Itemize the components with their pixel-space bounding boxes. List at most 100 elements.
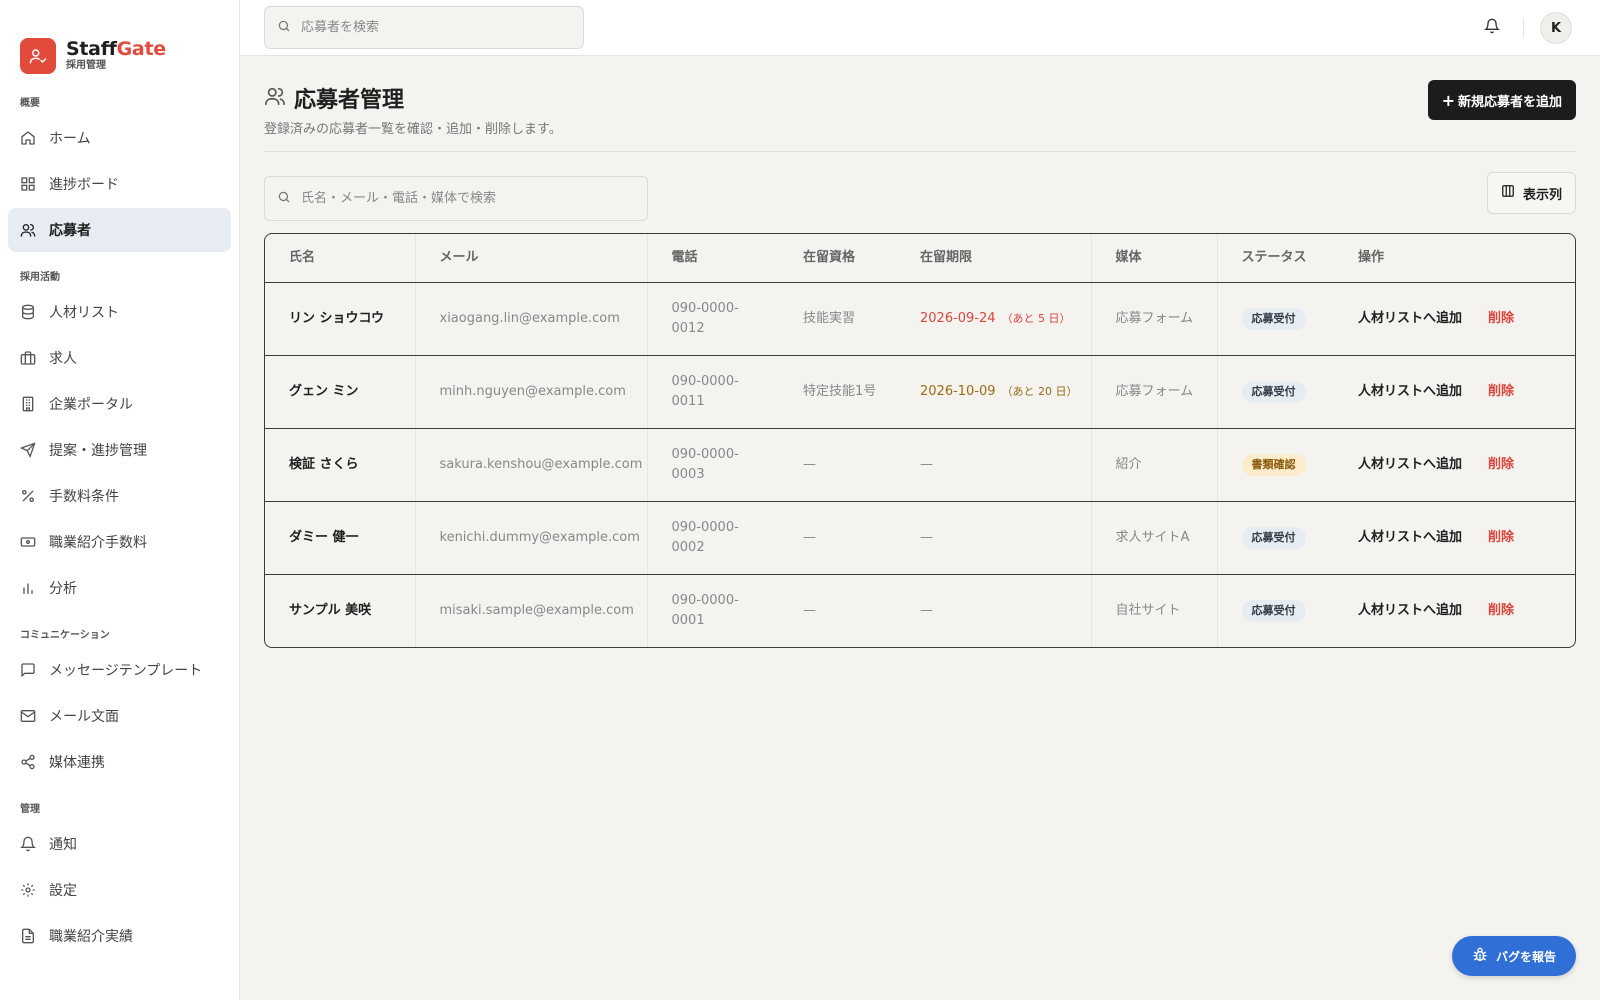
expiry-date: — <box>920 456 933 472</box>
cell-actions: 人材リストへ追加 削除 <box>1334 574 1575 647</box>
add-applicant-button[interactable]: + 新規応募者を追加 <box>1427 80 1576 120</box>
home-icon <box>20 130 36 146</box>
cell-status: 応募受付 <box>1217 355 1334 429</box>
column-header-phone[interactable]: 電話 <box>647 234 779 283</box>
nav-section-overview: 概要 ホーム 進捗ボード 応募者 <box>0 94 239 252</box>
column-header-name[interactable]: 氏名 <box>265 234 416 283</box>
table-toolbar: 表示列 <box>264 152 1576 232</box>
status-badge: 応募受付 <box>1241 599 1306 622</box>
sidebar-item-label: 設定 <box>49 883 77 899</box>
sidebar-item-settings[interactable]: 設定 <box>8 868 231 912</box>
cell-actions: 人材リストへ追加 削除 <box>1334 355 1575 429</box>
cell-expiry: — <box>896 428 1092 502</box>
sidebar-item-placement-fees[interactable]: 職業紹介手数料 <box>8 520 231 564</box>
global-search-input[interactable] <box>301 20 571 35</box>
add-to-talent-list-button[interactable]: 人材リストへ追加 <box>1358 384 1462 399</box>
table-search-input[interactable] <box>301 191 641 206</box>
add-to-talent-list-button[interactable]: 人材リストへ追加 <box>1358 311 1462 326</box>
nav-heading: 概要 <box>20 98 40 109</box>
report-bug-button[interactable]: バグを報告 <box>1452 936 1576 976</box>
status-badge: 応募受付 <box>1241 380 1306 403</box>
cell-visa: 特定技能1号 <box>779 355 896 429</box>
percent-icon <box>20 488 36 504</box>
sidebar: StaffGate 採用管理 概要 ホーム 進捗ボード 応募者 採用活動 人材リ… <box>0 0 240 1000</box>
search-icon <box>277 19 291 37</box>
columns-button[interactable]: 表示列 <box>1486 172 1576 214</box>
table-row[interactable]: 検証 さくら sakura.kenshou@example.com 090-0000… <box>265 428 1575 502</box>
briefcase-icon <box>20 350 36 366</box>
cell-source: 自社サイト <box>1091 574 1218 647</box>
column-header-visa[interactable]: 在留資格 <box>779 234 896 283</box>
sidebar-item-label: 手数料条件 <box>49 489 119 505</box>
sidebar-item-fee-terms[interactable]: 手数料条件 <box>8 474 231 518</box>
add-to-talent-list-button[interactable]: 人材リストへ追加 <box>1358 603 1462 618</box>
columns-label: 表示列 <box>1522 187 1562 203</box>
sidebar-item-proposals[interactable]: 提案・進捗管理 <box>8 428 231 472</box>
sidebar-item-company-portal[interactable]: 企業ポータル <box>8 382 231 426</box>
users-icon <box>264 85 286 111</box>
notifications-button[interactable] <box>1482 18 1502 38</box>
cell-phone: 090-0000-0011 <box>647 355 779 429</box>
sidebar-item-label: 提案・進捗管理 <box>49 443 147 459</box>
cell-name: グェン ミン <box>265 355 416 429</box>
cell-phone: 090-0000-0012 <box>647 282 779 356</box>
table-row[interactable]: ダミー 健一 kenichi.dummy@example.com 090-0000-… <box>265 501 1575 575</box>
sidebar-item-media-integration[interactable]: 媒体連携 <box>8 740 231 784</box>
delete-button[interactable]: 削除 <box>1488 603 1514 618</box>
nav-heading: 管理 <box>20 804 40 815</box>
sidebar-item-placement-records[interactable]: 職業紹介実績 <box>8 914 231 958</box>
sidebar-item-jobs[interactable]: 求人 <box>8 336 231 380</box>
table-row[interactable]: サンプル 美咲 misaki.sample@example.com 090-0000… <box>265 574 1575 647</box>
delete-button[interactable]: 削除 <box>1488 530 1514 545</box>
column-header-actions: 操作 <box>1334 234 1575 283</box>
sidebar-item-home[interactable]: ホーム <box>8 116 231 160</box>
sidebar-item-label: 職業紹介実績 <box>49 929 133 945</box>
cell-visa: 技能実習 <box>779 282 896 356</box>
cell-email: minh.nguyen@example.com <box>415 355 648 429</box>
avatar[interactable]: K <box>1540 12 1572 44</box>
global-search[interactable] <box>264 6 584 49</box>
cell-expiry: — <box>896 501 1092 575</box>
sidebar-item-analytics[interactable]: 分析 <box>8 566 231 610</box>
brand[interactable]: StaffGate 採用管理 <box>0 0 239 86</box>
user-check-icon <box>20 37 56 74</box>
sidebar-item-label: 応募者 <box>49 223 91 239</box>
table-search[interactable] <box>264 176 648 221</box>
sidebar-item-applicants[interactable]: 応募者 <box>8 208 231 252</box>
cell-name: リン ショウコウ <box>265 282 416 356</box>
bell-icon <box>1483 18 1501 38</box>
cell-status: 書類確認 <box>1217 428 1334 502</box>
gear-icon <box>20 882 36 898</box>
column-header-email[interactable]: メール <box>415 234 648 283</box>
sidebar-item-message-templates[interactable]: メッセージテンプレート <box>8 648 231 692</box>
table-row[interactable]: リン ショウコウ xiaogang.lin@example.com 090-0000… <box>265 282 1575 356</box>
delete-button[interactable]: 削除 <box>1488 311 1514 326</box>
plus-icon: + <box>1441 90 1455 110</box>
sidebar-item-label: 媒体連携 <box>49 755 105 771</box>
cell-email: kenichi.dummy@example.com <box>415 501 648 575</box>
sidebar-item-progress-board[interactable]: 進捗ボード <box>8 162 231 206</box>
page-title: 応募者管理 <box>294 88 405 113</box>
report-bug-label: バグを報告 <box>1495 949 1556 964</box>
add-to-talent-list-button[interactable]: 人材リストへ追加 <box>1358 530 1462 545</box>
table-row[interactable]: グェン ミン minh.nguyen@example.com 090-0000-00… <box>265 355 1575 429</box>
status-badge: 応募受付 <box>1241 307 1306 330</box>
sidebar-item-label: 人材リスト <box>49 305 119 321</box>
send-icon <box>20 442 36 458</box>
cell-expiry: 2026-09-24 （あと 5 日） <box>896 282 1092 356</box>
nav-heading: 採用活動 <box>20 272 60 283</box>
expiry-date: 2026-09-24 <box>920 310 996 326</box>
delete-button[interactable]: 削除 <box>1488 457 1514 472</box>
column-header-expiry[interactable]: 在留期限 <box>896 234 1092 283</box>
sidebar-item-email-text[interactable]: メール文面 <box>8 694 231 738</box>
add-to-talent-list-button[interactable]: 人材リストへ追加 <box>1358 457 1462 472</box>
delete-button[interactable]: 削除 <box>1488 384 1514 399</box>
column-header-source[interactable]: 媒体 <box>1091 234 1218 283</box>
cell-email: misaki.sample@example.com <box>415 574 648 647</box>
sidebar-item-label: ホーム <box>49 131 91 147</box>
brand-subtitle: 採用管理 <box>66 60 106 71</box>
expiry-date: — <box>920 529 933 545</box>
column-header-status[interactable]: ステータス <box>1217 234 1334 283</box>
sidebar-item-talent-list[interactable]: 人材リスト <box>8 290 231 334</box>
sidebar-item-notifications[interactable]: 通知 <box>8 822 231 866</box>
